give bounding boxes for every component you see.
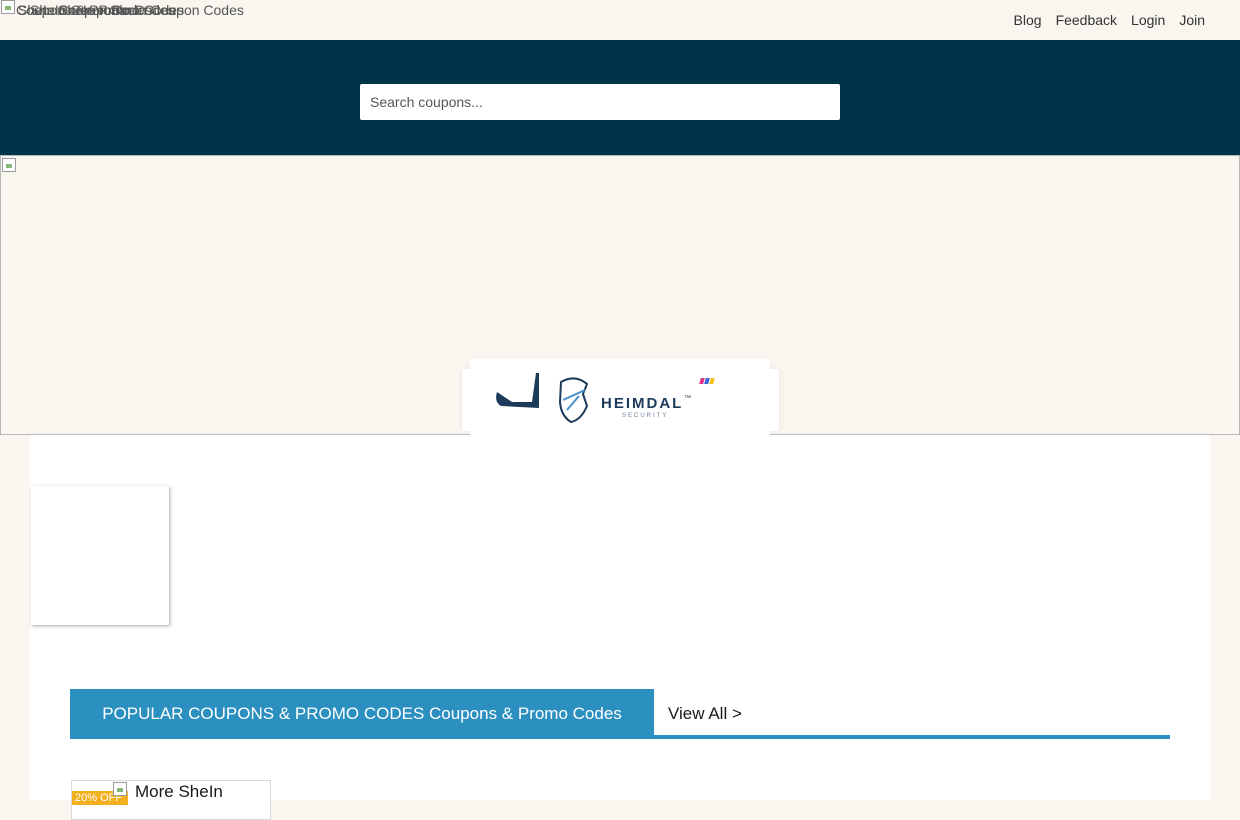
top-bar: Coupons & Promo Codes SheIn Coupon Codes… [0, 0, 1240, 40]
site-logo[interactable]: Coupons & Promo Codes SheIn Coupon Codes… [0, 0, 300, 22]
main-content [30, 435, 1210, 800]
view-all-link[interactable]: View All > [668, 704, 742, 724]
broken-image-icon [113, 782, 127, 796]
heimdal-helmet-icon [558, 377, 589, 424]
color-bar [709, 378, 715, 384]
top-nav: Blog Feedback Login Join [1014, 12, 1205, 28]
logo-alt-text: SheIn Coupon Codes [110, 2, 244, 18]
heimdal-tagline: SECURITY [622, 413, 669, 419]
nav-blog-link[interactable]: Blog [1014, 12, 1042, 28]
ad-popup-bottom [470, 431, 770, 437]
search-input[interactable] [360, 84, 840, 120]
popular-coupons-title: POPULAR COUPONS & PROMO CODES Coupons & … [70, 689, 654, 739]
ad-chair-logo-icon [496, 373, 539, 408]
ad-popup-tab [470, 359, 770, 369]
heimdal-wordmark: HEIMDAL [601, 395, 684, 412]
nav-join-link[interactable]: Join [1179, 12, 1205, 28]
store-logo[interactable] [31, 486, 169, 625]
ad-popup[interactable]: HEIMDAL ™ SECURITY [462, 359, 779, 437]
popular-coupons-header: POPULAR COUPONS & PROMO CODES Coupons & … [70, 689, 1170, 739]
ad-color-bars-icon [699, 378, 715, 384]
heimdal-tm: ™ [684, 395, 691, 402]
broken-image-icon [2, 158, 16, 172]
coupon-card[interactable]: 20% OFF More SheIn [71, 780, 271, 820]
search-band [0, 40, 1240, 155]
coupon-card-text: More SheIn [135, 782, 223, 801]
broken-image-icon [1, 0, 15, 14]
nav-feedback-link[interactable]: Feedback [1056, 12, 1117, 28]
nav-login-link[interactable]: Login [1131, 12, 1165, 28]
